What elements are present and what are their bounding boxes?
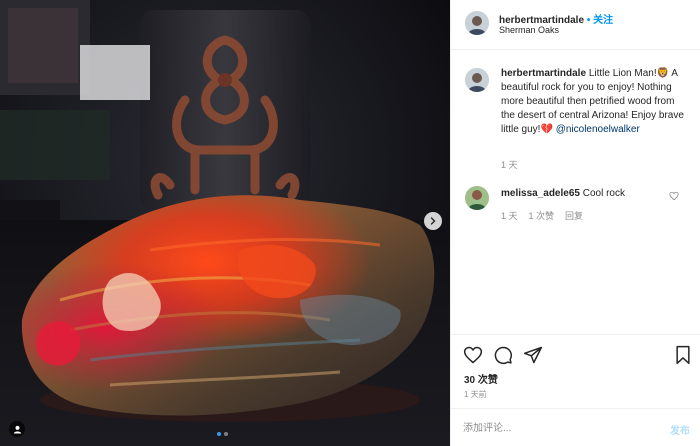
action-bar: [451, 334, 700, 372]
comment-input[interactable]: [463, 419, 653, 437]
caption-username[interactable]: herbertmartindale: [501, 68, 586, 79]
like-heart-icon[interactable]: [463, 345, 483, 365]
follow-button[interactable]: • 关注: [587, 15, 613, 26]
user-icon: [13, 425, 21, 434]
profile-photo: [465, 11, 489, 35]
profile-photo: [465, 186, 489, 210]
post-header: herbertmartindale • 关注 Sherman Oaks: [451, 0, 700, 50]
profile-photo: [465, 68, 489, 92]
comment-avatar[interactable]: [465, 186, 489, 210]
likes-count[interactable]: 30 次赞: [464, 371, 498, 386]
carousel-indicator: [217, 432, 228, 436]
location-link[interactable]: Sherman Oaks: [499, 25, 559, 35]
save-bookmark-icon[interactable]: [673, 345, 693, 365]
comment-text: Cool rock: [582, 188, 625, 199]
share-paper-plane-icon[interactable]: [523, 345, 543, 365]
comment-body: melissa_adele65 Cool rock: [501, 187, 671, 200]
add-comment-bar: 发布: [451, 408, 700, 446]
comments-section: herbertmartindale Little Lion Man!🦁 A be…: [451, 50, 700, 340]
carousel-next-button[interactable]: [424, 212, 442, 230]
chevron-right-icon: [430, 217, 436, 225]
post-media[interactable]: [0, 0, 450, 446]
caption-mention[interactable]: @nicolenoelwalker: [556, 124, 640, 135]
comment-like-heart-icon[interactable]: [669, 191, 679, 201]
comment-username[interactable]: melissa_adele65: [501, 188, 580, 199]
comment-reply-button[interactable]: 回复: [565, 209, 583, 222]
comment-time[interactable]: 1 天: [501, 209, 518, 222]
avatar[interactable]: [465, 11, 489, 35]
petrified-wood-photo: [0, 0, 450, 446]
post-timestamp[interactable]: 1 天前: [464, 389, 487, 400]
caption-avatar[interactable]: [465, 68, 489, 92]
tagged-users-button[interactable]: [9, 421, 25, 437]
caption-time[interactable]: 1 天: [501, 158, 518, 171]
carousel-dot-1: [217, 432, 221, 436]
post-comment-button[interactable]: 发布: [670, 422, 690, 437]
comment-likes[interactable]: 1 次赞: [529, 209, 555, 222]
instagram-post-modal: herbertmartindale • 关注 Sherman Oaks herb…: [0, 0, 700, 446]
comment-meta: 1 天 1 次赞 回复: [501, 209, 583, 222]
header-name-row: herbertmartindale • 关注: [499, 11, 613, 26]
carousel-dot-2: [224, 432, 228, 436]
post-side-panel: herbertmartindale • 关注 Sherman Oaks herb…: [450, 0, 700, 446]
caption: herbertmartindale Little Lion Man!🦁 A be…: [501, 67, 686, 137]
comment-bubble-icon[interactable]: [493, 345, 513, 365]
